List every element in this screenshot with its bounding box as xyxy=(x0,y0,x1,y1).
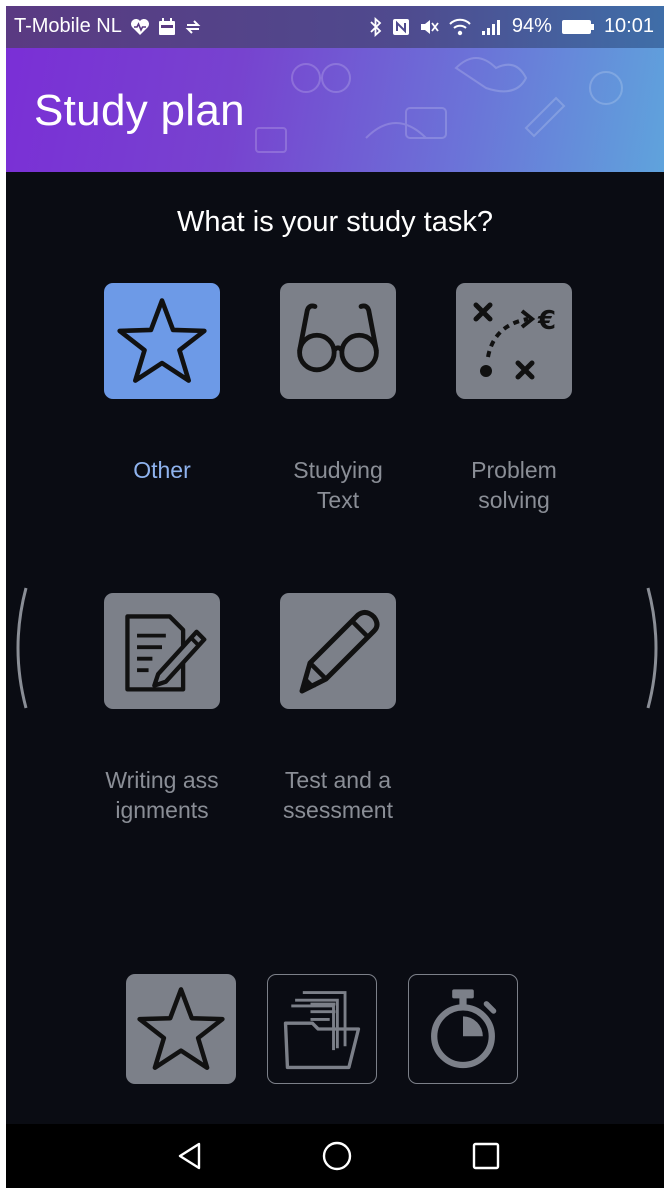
battery-icon xyxy=(561,19,595,35)
document-pen-icon xyxy=(125,614,207,692)
page-title: Study plan xyxy=(34,86,245,135)
documents-button[interactable] xyxy=(267,974,377,1084)
wifi-icon xyxy=(448,18,472,36)
calendar-icon xyxy=(158,17,176,36)
task-label: Other xyxy=(133,457,191,483)
task-label: Writing ass ignments xyxy=(105,767,219,823)
nfc-icon xyxy=(392,18,410,36)
star-icon xyxy=(137,987,225,1070)
timer-button[interactable] xyxy=(408,974,518,1084)
task-tile[interactable] xyxy=(280,283,396,399)
carrier-name: T-Mobile NL xyxy=(14,15,122,37)
task-tile[interactable] xyxy=(280,593,396,709)
system-navigation-bar xyxy=(6,1124,664,1188)
previous-page-arrow-icon[interactable] xyxy=(8,586,30,710)
app-header: Study plan xyxy=(6,48,664,172)
home-circle-icon xyxy=(322,1141,352,1171)
task-tile[interactable]: € xyxy=(456,283,572,399)
task-tile[interactable] xyxy=(104,283,220,399)
star-icon xyxy=(117,298,207,383)
task-label: Studying Text xyxy=(293,457,383,513)
task-option-writing-assignments[interactable]: Writing ass ignments xyxy=(77,593,247,825)
bluetooth-icon xyxy=(369,16,383,37)
task-option-other[interactable]: Other xyxy=(77,283,247,485)
recents-square-icon xyxy=(472,1142,500,1170)
signal-icon xyxy=(481,18,503,36)
battery-percentage: 94% xyxy=(511,15,552,37)
pencil-icon xyxy=(299,609,380,694)
task-option-test-and-assessment[interactable]: Test and a ssessment xyxy=(253,593,423,825)
svg-text:€: € xyxy=(537,306,556,336)
task-label: Problem solving xyxy=(471,457,557,513)
task-tile[interactable] xyxy=(104,593,220,709)
back-triangle-icon xyxy=(178,1142,201,1170)
clock: 10:01 xyxy=(603,15,654,37)
task-option-studying-text[interactable]: Studying Text xyxy=(253,283,423,515)
folder-icon xyxy=(283,991,361,1070)
status-bar: T-Mobile NL 94% 10:01 xyxy=(6,6,664,48)
task-label: Test and a ssessment xyxy=(283,767,393,823)
back-button[interactable] xyxy=(172,1138,208,1174)
favorites-button[interactable] xyxy=(126,974,236,1084)
home-button[interactable] xyxy=(319,1138,355,1174)
app-screen: T-Mobile NL 94% 10:01 Study plan What is… xyxy=(6,6,664,1188)
strategy-icon: € xyxy=(473,302,556,380)
next-page-arrow-icon[interactable] xyxy=(644,586,664,710)
glasses-icon xyxy=(297,303,379,373)
task-option-problem-solving[interactable]: € Problem solving xyxy=(429,283,599,515)
study-task-question: What is your study task? xyxy=(177,206,493,238)
stopwatch-icon xyxy=(431,989,497,1069)
health-heart-icon xyxy=(130,18,150,36)
recents-button[interactable] xyxy=(468,1138,504,1174)
sync-arrows-icon xyxy=(184,18,202,36)
mute-icon xyxy=(419,18,439,36)
